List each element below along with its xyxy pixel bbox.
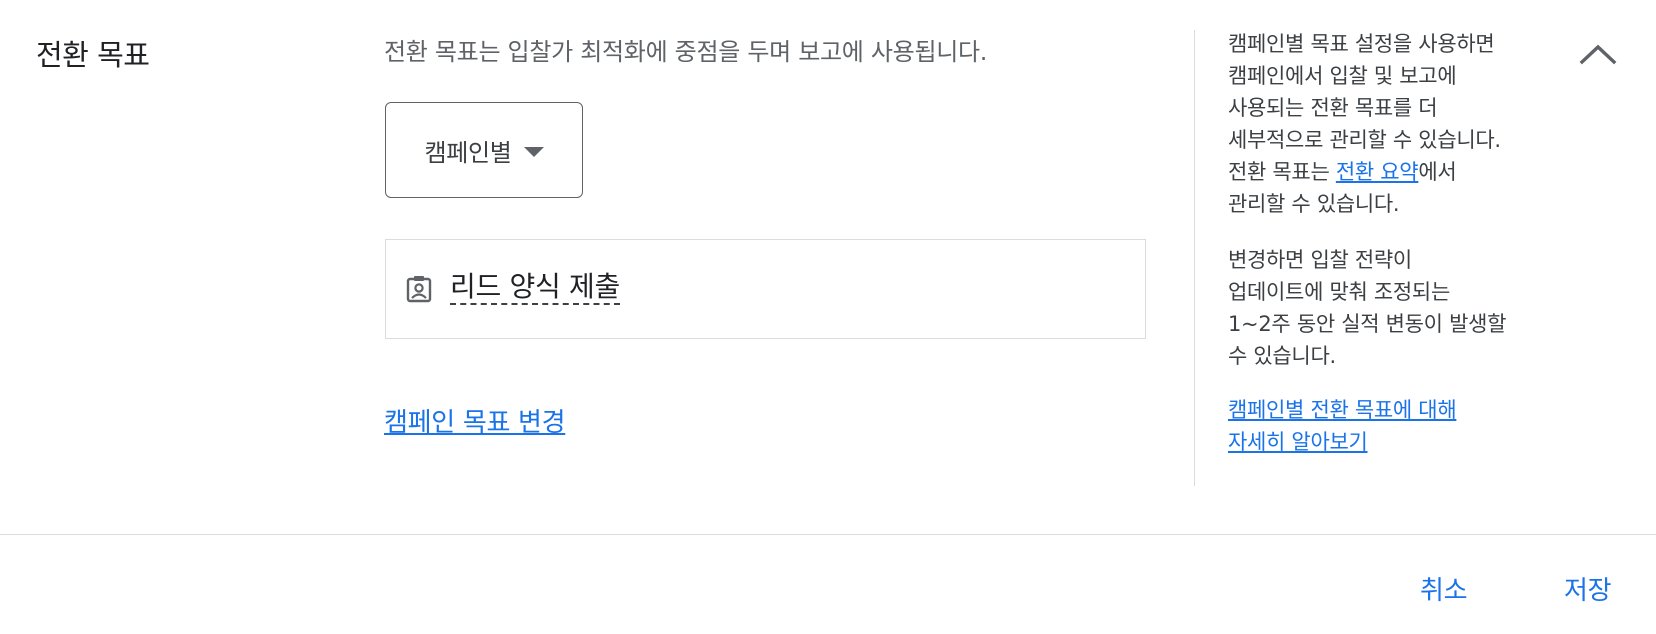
help-paragraph-2: 변경하면 입찰 전략이 업데이트에 맞춰 조정되는 1~2주 동안 실적 변동이… — [1228, 244, 1548, 372]
help-text-line: 업데이트에 맞춰 조정되는 — [1228, 280, 1450, 304]
help-text-line: 1~2주 동안 실적 변동이 발생할 — [1228, 312, 1507, 336]
dropdown-selected-value: 캠페인별 — [424, 138, 512, 167]
learn-more-line[interactable]: 자세히 알아보기 — [1228, 430, 1368, 454]
vertical-divider — [1194, 30, 1195, 486]
save-button[interactable]: 저장 — [1564, 570, 1612, 607]
section-description: 전환 목표는 입찰가 최적화에 중점을 두며 보고에 사용됩니다. — [384, 38, 988, 66]
lead-form-icon — [406, 276, 432, 303]
learn-more-line[interactable]: 캠페인별 전환 목표에 대해 — [1228, 398, 1457, 422]
chevron-up-icon[interactable] — [1576, 36, 1620, 72]
conversion-summary-link[interactable]: 전환 요약 — [1336, 160, 1419, 184]
conversion-goal-name[interactable]: 리드 양식 제출 — [450, 270, 620, 306]
help-text-line: 변경하면 입찰 전략이 — [1228, 248, 1412, 272]
help-text-line: 캠페인별 목표 설정을 사용하면 — [1228, 32, 1495, 56]
cancel-button[interactable]: 취소 — [1420, 570, 1468, 607]
help-text-fragment: 에서 — [1418, 160, 1457, 184]
footer-divider — [0, 534, 1656, 535]
goal-scope-dropdown[interactable]: 캠페인별 — [385, 102, 583, 198]
help-text-line: 수 있습니다. — [1228, 344, 1336, 368]
help-panel: 캠페인별 목표 설정을 사용하면 캠페인에서 입찰 및 보고에 사용되는 전환 … — [1228, 28, 1548, 458]
help-text-line: 캠페인에서 입찰 및 보고에 — [1228, 64, 1457, 88]
conversion-goal-panel: 전환 목표 전환 목표는 입찰가 최적화에 중점을 두며 보고에 사용됩니다. … — [0, 0, 1656, 634]
help-text-line: 사용되는 전환 목표를 더 — [1228, 96, 1438, 120]
learn-more-link[interactable]: 캠페인별 전환 목표에 대해 자세히 알아보기 — [1228, 394, 1548, 458]
help-paragraph-1: 캠페인별 목표 설정을 사용하면 캠페인에서 입찰 및 보고에 사용되는 전환 … — [1228, 28, 1548, 220]
conversion-goal-row: 리드 양식 제출 — [385, 239, 1146, 339]
help-text-fragment: 전환 목표는 — [1228, 160, 1336, 184]
caret-down-icon — [523, 147, 544, 157]
help-text-line: 관리할 수 있습니다. — [1228, 192, 1400, 216]
section-title: 전환 목표 — [36, 38, 150, 72]
help-text-line: 세부적으로 관리할 수 있습니다. — [1228, 128, 1501, 152]
change-campaign-goal-link[interactable]: 캠페인 목표 변경 — [384, 402, 566, 439]
